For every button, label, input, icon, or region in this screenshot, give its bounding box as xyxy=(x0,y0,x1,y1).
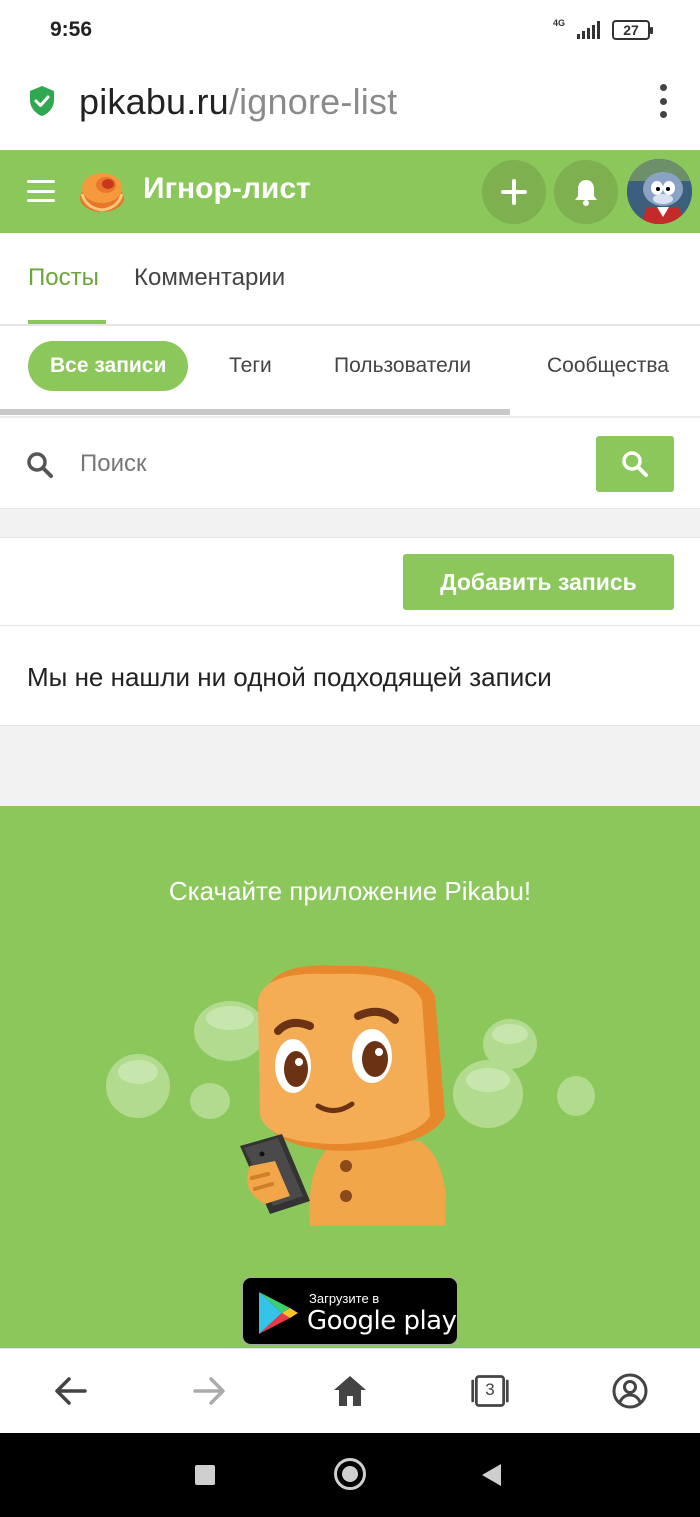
arrow-right-icon xyxy=(193,1377,225,1405)
filter-chips: Все записи Теги Пользователи Сообщества xyxy=(0,326,700,418)
system-nav-bar xyxy=(0,1433,700,1517)
badge-big-text: Google play xyxy=(307,1306,457,1336)
filter-communities[interactable]: Сообщества xyxy=(547,341,669,391)
signal-icon xyxy=(577,21,600,39)
promo-title: Скачайте приложение Pikabu! xyxy=(168,876,532,906)
mascot-illustration xyxy=(106,965,595,1226)
system-home-icon[interactable] xyxy=(334,1458,366,1490)
status-time: 9:56 xyxy=(50,18,93,41)
search-input[interactable] xyxy=(80,446,560,482)
filters-scrollbar[interactable] xyxy=(0,409,510,415)
battery-level: 27 xyxy=(623,22,639,38)
browser-home-button[interactable] xyxy=(330,1371,370,1411)
network-type: 4G xyxy=(552,17,565,28)
empty-state-message: Мы не нашли ни одной подходящей записи xyxy=(27,662,552,692)
url-path: /ignore-list xyxy=(228,81,398,122)
search-icon xyxy=(27,452,53,478)
pikabu-logo-icon[interactable] xyxy=(76,164,128,216)
browser-bottom-nav: 3 xyxy=(0,1348,700,1433)
home-icon xyxy=(334,1376,366,1406)
system-back-icon[interactable] xyxy=(482,1464,501,1486)
content-tabs: Посты Комментарии xyxy=(0,233,700,326)
tabs-count: 3 xyxy=(485,1380,495,1399)
tab-comments[interactable]: Комментарии xyxy=(134,264,285,292)
page-title: Игнор-лист xyxy=(143,172,311,205)
google-play-icon xyxy=(259,1292,298,1334)
site-header: Игнор-лист xyxy=(0,150,700,233)
shield-icon xyxy=(30,86,54,116)
badge-small-text: Загрузите в xyxy=(309,1291,380,1306)
search-row xyxy=(0,418,700,508)
notifications-button[interactable] xyxy=(554,160,618,224)
user-avatar[interactable] xyxy=(627,159,692,224)
app-promo-banner: Скачайте приложение Pikabu! Загрузите в … xyxy=(0,806,700,1348)
search-button[interactable] xyxy=(596,436,674,492)
search-icon xyxy=(622,451,648,477)
add-post-button[interactable] xyxy=(482,160,546,224)
status-bar: 9:56 4G 27 xyxy=(0,0,700,62)
tab-posts[interactable]: Посты xyxy=(28,264,99,292)
add-record-button[interactable]: Добавить запись xyxy=(403,554,674,610)
status-icons: 4G 27 xyxy=(552,17,653,40)
section-divider xyxy=(0,508,700,538)
active-tab-indicator xyxy=(28,320,106,324)
browser-account-button[interactable] xyxy=(610,1371,650,1411)
arrow-left-icon xyxy=(55,1377,87,1405)
section-divider xyxy=(0,726,700,806)
plus-icon xyxy=(501,179,527,205)
browser-back-button[interactable] xyxy=(50,1371,90,1411)
more-options-icon[interactable] xyxy=(658,84,668,118)
bell-icon xyxy=(575,180,597,206)
url-text[interactable]: pikabu.ru/ignore-list xyxy=(79,81,397,123)
add-record-row: Добавить запись xyxy=(0,538,700,626)
browser-forward-button[interactable] xyxy=(190,1371,230,1411)
battery-icon: 27 xyxy=(612,20,653,40)
filter-users[interactable]: Пользователи xyxy=(334,341,471,391)
url-domain: pikabu.ru xyxy=(79,81,229,122)
google-play-badge[interactable]: Загрузите в Google play xyxy=(242,1277,458,1345)
menu-icon[interactable] xyxy=(27,180,55,202)
account-icon xyxy=(612,1373,648,1409)
filter-tags[interactable]: Теги xyxy=(229,341,272,391)
filter-all-records[interactable]: Все записи xyxy=(28,341,189,391)
browser-tabs-button[interactable]: 3 xyxy=(470,1371,510,1411)
browser-url-bar[interactable]: pikabu.ru/ignore-list xyxy=(0,62,700,150)
recent-apps-icon[interactable] xyxy=(195,1465,215,1485)
empty-state: Мы не нашли ни одной подходящей записи xyxy=(0,626,700,726)
